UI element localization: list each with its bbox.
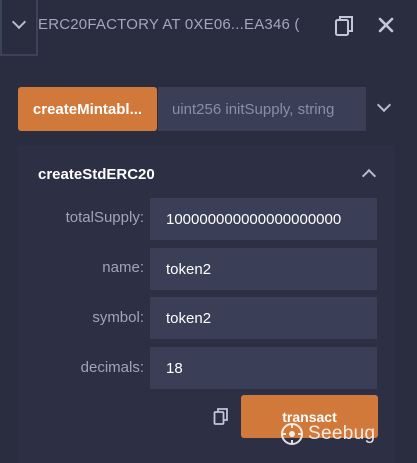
copy-icon[interactable] (334, 15, 356, 37)
chevron-down-icon (376, 97, 392, 113)
expand-mintable-button[interactable] (373, 97, 395, 119)
name-input[interactable]: token2 (150, 248, 377, 290)
create-std-erc20-form: createStdERC20 totalSupply: 100000000000… (18, 145, 395, 463)
chevron-down-icon (11, 14, 27, 30)
create-mintable-button[interactable]: createMintabl... (18, 87, 157, 131)
contract-panel: ERC20FACTORY AT 0XE06...EA346 ( createMi… (0, 0, 417, 463)
total-supply-label: totalSupply: (65, 209, 144, 226)
create-mintable-args-input[interactable]: uint256 initSupply, string (158, 87, 366, 131)
close-icon[interactable] (376, 15, 396, 35)
chevron-up-icon (361, 168, 377, 184)
function-title: createStdERC20 (38, 166, 155, 183)
total-supply-input[interactable]: 100000000000000000000 (150, 198, 377, 240)
symbol-label: symbol: (92, 309, 144, 326)
name-label: name: (102, 259, 144, 276)
watermark-text: Seebug (308, 423, 376, 444)
decimals-label: decimals: (80, 359, 144, 376)
contract-title: ERC20FACTORY AT 0XE06...EA346 ( (38, 16, 300, 33)
contract-header: ERC20FACTORY AT 0XE06...EA346 ( (0, 0, 417, 56)
symbol-input[interactable]: token2 (150, 297, 377, 339)
decimals-input[interactable]: 18 (150, 347, 377, 389)
seebug-watermark: Seebug (280, 420, 390, 448)
copy-calldata-icon[interactable] (213, 407, 231, 427)
collapse-function-button[interactable] (360, 167, 378, 184)
expand-contract-button[interactable] (0, 0, 38, 56)
seebug-logo-icon (281, 423, 303, 445)
